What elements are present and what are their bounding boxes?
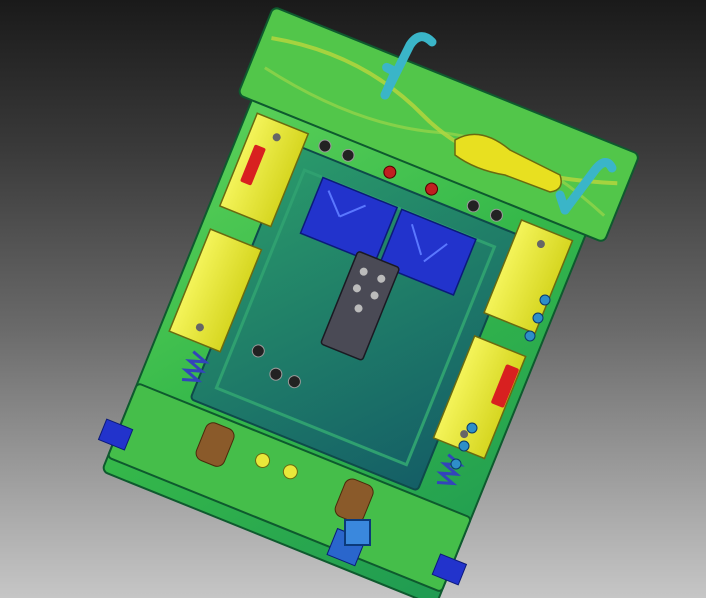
mold-body xyxy=(97,7,639,598)
viewport-edge xyxy=(706,0,710,598)
blue-square-part xyxy=(344,519,371,546)
mold-assembly-model[interactable] xyxy=(0,0,710,598)
3d-viewport[interactable] xyxy=(0,0,710,598)
